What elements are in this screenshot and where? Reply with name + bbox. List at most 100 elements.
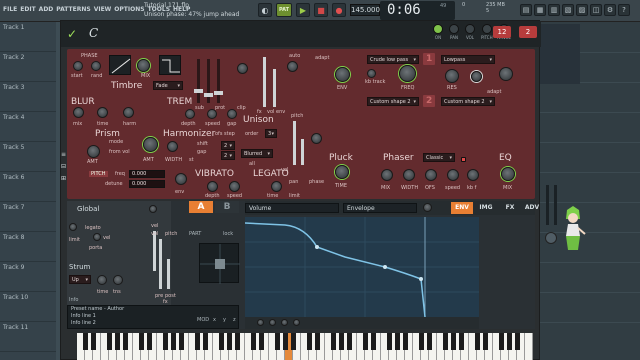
strum-time-knob[interactable] <box>97 275 107 285</box>
shape2-select[interactable]: Custom shape 2 <box>441 97 495 106</box>
time-display[interactable]: 0:06 49 <box>380 1 455 20</box>
harmonizer-amt-knob[interactable] <box>143 137 158 152</box>
piano-black-key[interactable] <box>442 333 448 350</box>
phase-rand-knob[interactable] <box>91 61 101 71</box>
phaser-speed-knob[interactable] <box>447 169 459 181</box>
vel-fader[interactable] <box>153 231 156 271</box>
channel-rack-icon[interactable]: ▦ <box>534 4 546 16</box>
playlist-track[interactable]: Track 2 <box>0 52 56 82</box>
piano-black-key[interactable] <box>202 333 208 350</box>
prot-fader[interactable] <box>214 59 223 103</box>
tempo-display[interactable]: 145.000 <box>350 4 380 16</box>
part-b-button[interactable]: B <box>215 201 239 213</box>
sub-fader[interactable] <box>194 59 203 103</box>
piano-black-key[interactable] <box>330 333 336 350</box>
vol-fader[interactable] <box>263 57 266 107</box>
piano-black-key[interactable] <box>506 333 512 350</box>
piano-black-key[interactable] <box>482 333 488 350</box>
phaser-mix-knob[interactable] <box>381 169 393 181</box>
vel-knob[interactable] <box>93 233 101 241</box>
xy-pad[interactable] <box>199 243 240 284</box>
filter-freq-knob[interactable] <box>399 65 416 82</box>
env-type-select[interactable]: Envelope <box>343 203 417 213</box>
pan-knob[interactable]: PAN <box>449 24 459 40</box>
vibrato-speed-knob[interactable] <box>229 181 240 192</box>
blurred-select[interactable]: Blurred <box>241 149 273 158</box>
menu-file[interactable]: FILE <box>3 6 17 13</box>
menu-options[interactable]: OPTIONS <box>114 6 144 13</box>
toggle-icon[interactable]: ◐ <box>258 3 272 17</box>
playlist-track[interactable]: Track 8 <box>0 232 56 262</box>
help-icon[interactable]: ? <box>618 4 630 16</box>
strum-tns-knob[interactable] <box>113 275 123 285</box>
sub-fader-2[interactable] <box>204 59 213 103</box>
playlist-track[interactable]: Track 5 <box>0 142 56 172</box>
vibrato-env-knob[interactable] <box>175 173 187 185</box>
playlist-track[interactable]: Track 1 <box>0 22 56 52</box>
number-box-2[interactable]: 2 <box>519 26 537 38</box>
piano-black-key[interactable] <box>170 333 176 350</box>
play-button[interactable]: ▶ <box>296 3 310 17</box>
piano-black-key[interactable] <box>418 333 424 350</box>
piano-black-key[interactable] <box>314 333 320 350</box>
playlist-track[interactable]: Track 6 <box>0 172 56 202</box>
vibrato-depth-knob[interactable] <box>207 181 218 192</box>
kb-track-knob[interactable] <box>367 69 376 78</box>
piano-black-key[interactable] <box>346 333 352 350</box>
piano-black-key[interactable] <box>362 333 368 350</box>
piano-black-key[interactable] <box>450 333 456 350</box>
filter-env-knob[interactable] <box>335 67 350 82</box>
menu-view[interactable]: VIEW <box>94 6 112 13</box>
piano-black-key[interactable] <box>282 333 288 350</box>
unison-pitch-fader[interactable] <box>293 121 296 165</box>
timbre-2-display[interactable] <box>159 55 181 75</box>
phaser-ofs-knob[interactable] <box>425 169 437 181</box>
tab-env[interactable]: ENV <box>451 202 473 214</box>
record-button[interactable]: ● <box>332 3 346 17</box>
env-knob[interactable] <box>423 203 432 212</box>
phase-start-knob[interactable] <box>73 61 83 71</box>
mixer-fader[interactable] <box>554 185 557 225</box>
fade-select[interactable]: Fade <box>153 81 183 90</box>
filter2-type-select[interactable]: Lowpass <box>441 55 495 64</box>
side-tab-icon[interactable]: ⊞ <box>61 175 67 185</box>
pat-song-toggle[interactable]: PAT <box>276 3 292 17</box>
settings-icon[interactable]: ⚙ <box>604 4 616 16</box>
freq-value[interactable]: 0.000 <box>129 170 165 178</box>
env-ctrl-knob[interactable] <box>269 319 276 326</box>
menu-edit[interactable]: EDIT <box>20 6 35 13</box>
piano-black-key[interactable] <box>234 333 240 350</box>
piano-black-key[interactable] <box>386 333 392 350</box>
res-knob[interactable] <box>445 69 459 83</box>
menu-patterns[interactable]: PATTERNS <box>56 6 90 13</box>
tab-img[interactable]: IMG <box>475 202 497 214</box>
step-box[interactable]: 2 <box>221 151 235 160</box>
playlist-track[interactable]: Track 3 <box>0 82 56 112</box>
phaser-mode-select[interactable]: Classic <box>423 153 455 162</box>
piano-black-key[interactable] <box>146 333 152 350</box>
phaser-kbf-knob[interactable] <box>467 169 479 181</box>
piano-black-key[interactable] <box>162 333 168 350</box>
unison-phase-knob[interactable] <box>311 133 322 144</box>
plugin-icon[interactable]: ◫ <box>590 4 602 16</box>
pluck-time-knob[interactable] <box>335 165 349 179</box>
env-ctrl-knob[interactable] <box>257 319 264 326</box>
clip-knob[interactable] <box>237 63 248 74</box>
mixer-fader[interactable] <box>546 185 549 225</box>
menu-add[interactable]: ADD <box>39 6 54 13</box>
piano-black-key[interactable] <box>474 333 480 350</box>
playlist-track[interactable]: Track 11 <box>0 322 56 352</box>
filter2-knob[interactable] <box>471 71 482 82</box>
piano-black-key[interactable] <box>514 333 520 350</box>
timbre-mix-knob[interactable] <box>137 59 150 72</box>
volume-knob[interactable]: VOL <box>465 24 475 40</box>
playlist-track[interactable]: Track 9 <box>0 262 56 292</box>
piano-black-key[interactable] <box>122 333 128 350</box>
ofs-box[interactable]: 2 <box>221 141 235 150</box>
auto-knob[interactable] <box>287 61 298 72</box>
playlist-track[interactable]: Track 4 <box>0 112 56 142</box>
filter-2-badge[interactable]: 2 <box>423 95 436 107</box>
piano-black-key[interactable] <box>250 333 256 350</box>
filter2-freq-knob[interactable] <box>499 67 513 81</box>
envelope-graph[interactable] <box>244 217 479 318</box>
